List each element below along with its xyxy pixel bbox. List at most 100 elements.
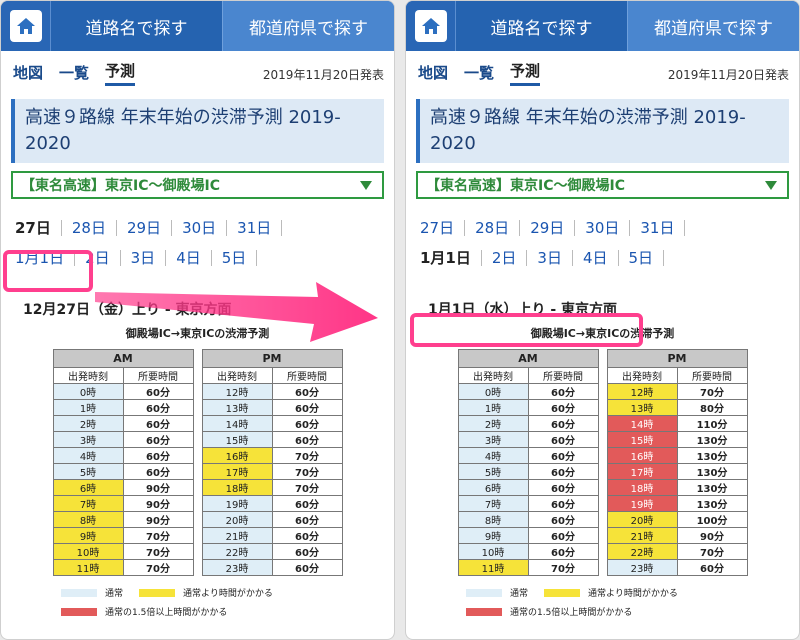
- travel-time: 60分: [271, 415, 343, 432]
- departure-time: 10時: [457, 543, 529, 560]
- travel-time: 70分: [122, 543, 194, 560]
- departure-time: 7時: [457, 495, 529, 512]
- departure-time: 17時: [201, 463, 273, 480]
- day-link[interactable]: 3日: [527, 250, 573, 266]
- day-link[interactable]: 31日: [227, 220, 283, 236]
- day-link[interactable]: 4日: [166, 250, 212, 266]
- table-row: 6時 90分: [52, 479, 194, 496]
- home-button[interactable]: [1, 1, 51, 51]
- day-link[interactable]: 2日: [482, 250, 528, 266]
- legend-heavy: 通常の1.5倍以上時間がかかる: [61, 605, 227, 618]
- day-link[interactable]: 4日: [573, 250, 619, 266]
- day-link[interactable]: 5日: [619, 250, 665, 266]
- tab-road-name[interactable]: 道路名で探す: [51, 1, 222, 51]
- table-row: 16時 70分: [201, 447, 343, 464]
- home-icon: [16, 18, 35, 34]
- table-row: 0時 60分: [457, 383, 599, 400]
- day-link[interactable]: 31日: [630, 220, 686, 236]
- subnav-forecast[interactable]: 予測: [105, 60, 136, 86]
- day-link[interactable]: 27日: [11, 220, 62, 236]
- departure-time: 6時: [52, 479, 124, 496]
- travel-time: 60分: [527, 495, 599, 512]
- day-link[interactable]: 3日: [121, 250, 167, 266]
- day-link[interactable]: 28日: [62, 220, 117, 236]
- day-link[interactable]: 27日: [416, 220, 466, 236]
- legend-normal-label: 通常: [510, 589, 529, 599]
- table-row: 23時 60分: [606, 559, 748, 576]
- departure-time: 10時: [52, 543, 124, 560]
- travel-time: 60分: [527, 511, 599, 528]
- travel-time: 130分: [676, 447, 748, 464]
- day-link[interactable]: 5日: [212, 250, 258, 266]
- travel-time: 60分: [122, 415, 194, 432]
- travel-time: 70分: [527, 559, 599, 576]
- page-title: 高速９路線 年末年始の渋滞予測 2019-2020: [430, 107, 746, 154]
- departure-time: 6時: [457, 479, 529, 496]
- day-link[interactable]: 29日: [520, 220, 576, 236]
- travel-time: 90分: [122, 511, 194, 528]
- tab-prefecture[interactable]: 都道府県で探す: [627, 1, 799, 51]
- table-row: 14時 110分: [606, 415, 748, 432]
- departure-time: 18時: [606, 479, 678, 496]
- travel-time: 60分: [271, 399, 343, 416]
- table-row: 20時 60分: [201, 511, 343, 528]
- subnav-map[interactable]: 地図: [418, 62, 448, 85]
- table-row: 6時 60分: [457, 479, 599, 496]
- route-select[interactable]: 【東名高速】東京IC〜御殿場IC: [416, 171, 789, 199]
- table-row: 0時 60分: [52, 383, 194, 400]
- legend-heavy-swatch: [61, 607, 97, 616]
- day-selector: 27日 28日 29日 30日 31日 1月1日 2日 3日 4日 5日: [416, 213, 789, 273]
- sub-navigation: 地図 一覧 予測 2019年11月20日発表: [1, 51, 394, 95]
- day-link[interactable]: 29日: [117, 220, 173, 236]
- tab-road-name[interactable]: 道路名で探す: [456, 1, 627, 51]
- travel-time: 70分: [676, 383, 748, 400]
- col-departure: 出発時刻: [201, 367, 273, 384]
- table-pm: PM 出発時刻 所要時間 12時 60分 13時 60分 14時 60分 15時 60分 16時…: [201, 349, 343, 576]
- home-icon: [421, 18, 440, 34]
- day-link[interactable]: 28日: [465, 220, 521, 236]
- travel-time: 70分: [676, 543, 748, 560]
- days-row-jan: 1月1日 2日 3日 4日 5日: [416, 243, 789, 273]
- legend-slow-swatch: [544, 588, 581, 597]
- travel-time: 60分: [271, 495, 343, 512]
- subnav-list[interactable]: 一覧: [59, 62, 89, 85]
- travel-time: 80分: [676, 399, 748, 416]
- route-select-value: 【東名高速】東京IC〜御殿場IC: [426, 178, 625, 194]
- table-am: AM 出発時刻 所要時間 0時 60分 1時 60分 2時 60分 3時 60分 4時 60分 5時…: [457, 349, 599, 576]
- departure-time: 23時: [606, 559, 678, 576]
- table-row: 7時 60分: [457, 495, 599, 512]
- route-select[interactable]: 【東名高速】東京IC〜御殿場IC: [11, 171, 384, 199]
- departure-time: 20時: [201, 511, 273, 528]
- table-am: AM 出発時刻 所要時間 0時 60分 1時 60分 2時 60分 3時 60分 4時 60分 5時…: [52, 349, 194, 576]
- travel-time: 90分: [676, 527, 748, 544]
- tab-prefecture[interactable]: 都道府県で探す: [222, 1, 394, 51]
- subnav-forecast[interactable]: 予測: [510, 60, 541, 86]
- legend-heavy-swatch: [466, 607, 502, 616]
- legend-heavy-label: 通常の1.5倍以上時間がかかる: [105, 608, 228, 618]
- home-button[interactable]: [406, 1, 456, 51]
- day-link[interactable]: 1月1日: [416, 250, 482, 266]
- table-row: 18時 70分: [201, 479, 343, 496]
- travel-time: 130分: [676, 431, 748, 448]
- table-row: 8時 90分: [52, 511, 194, 528]
- table-row: 13時 60分: [201, 399, 343, 416]
- travel-time: 70分: [271, 479, 343, 496]
- table-row: 18時 130分: [606, 479, 748, 496]
- table-row: 1時 60分: [457, 399, 599, 416]
- col-duration: 所要時間: [122, 367, 194, 384]
- table-row: 23時 60分: [201, 559, 343, 576]
- legend-normal: 通常: [61, 586, 123, 599]
- dropdown-arrow-icon: [765, 181, 777, 190]
- col-departure: 出発時刻: [52, 367, 124, 384]
- day-link[interactable]: 30日: [575, 220, 631, 236]
- travel-time: 90分: [122, 479, 194, 496]
- table-row: 2時 60分: [52, 415, 194, 432]
- col-departure: 出発時刻: [457, 367, 529, 384]
- subnav-map[interactable]: 地図: [13, 62, 43, 85]
- subnav-list[interactable]: 一覧: [464, 62, 494, 85]
- table-row: 5時 60分: [52, 463, 194, 480]
- screen-left: 道路名で探す 都道府県で探す 地図 一覧 予測 2019年11月20日発表 高速…: [0, 0, 395, 640]
- travel-time: 110分: [676, 415, 748, 432]
- day-link[interactable]: 30日: [172, 220, 228, 236]
- col-departure: 出発時刻: [606, 367, 678, 384]
